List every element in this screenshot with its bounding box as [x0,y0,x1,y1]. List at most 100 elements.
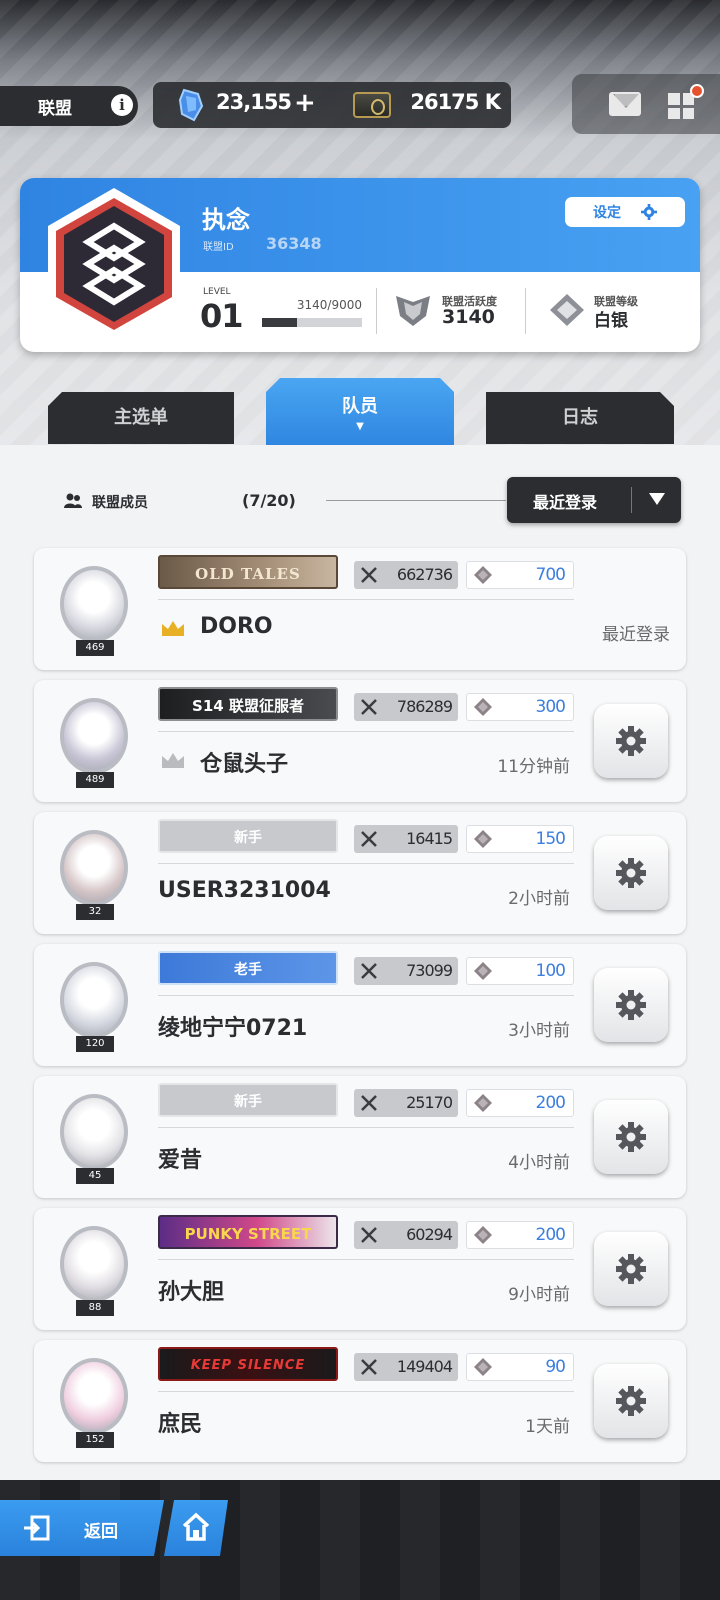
union-emblem-icon [48,188,180,340]
member-manage-button[interactable] [594,1100,668,1174]
rank-value: 白银 [594,311,628,331]
avatar-portrait [60,830,128,906]
combat-power-value: 149404 [396,1357,453,1376]
union-settings-button[interactable]: 设定 [565,197,685,227]
avatar[interactable]: 120 [46,952,142,1056]
dropdown-separator [631,487,632,513]
sort-dropdown[interactable]: 最近登录 [507,477,681,523]
contribution-diamond-icon [474,698,492,716]
member-manage-button[interactable] [594,704,668,778]
members-count: (7/20) [242,491,296,510]
player-level: 152 [76,1432,114,1448]
member-manage-button[interactable] [594,968,668,1042]
avatar-portrait [60,698,128,774]
tab-log[interactable]: 日志 [486,392,674,444]
combat-power: 73099 [354,957,458,985]
ticket-icon [353,92,391,118]
avatar[interactable]: 489 [46,688,142,792]
member-card[interactable]: 152 KEEP SILENCE 149404 90 庶民 1天前 [34,1340,686,1462]
member-manage-button[interactable] [594,1232,668,1306]
member-card[interactable]: 120 老手 73099 100 绫地宁宁0721 3小时前 [34,944,686,1066]
gear-icon [641,204,657,220]
crossed-swords-icon [361,567,377,583]
player-level: 469 [76,640,114,656]
contribution-value: 200 [535,1225,566,1245]
back-button[interactable]: 返回 [0,1500,164,1556]
crossed-swords-icon [361,963,377,979]
level-label: LEVEL [203,287,231,297]
crossed-swords-icon [361,831,377,847]
crossed-swords-icon [361,699,377,715]
chevron-down-icon [649,493,665,505]
tab-main-menu[interactable]: 主选单 [48,392,234,444]
info-icon[interactable]: i [111,94,133,116]
card-divider [525,288,526,334]
player-level: 120 [76,1036,114,1052]
member-card[interactable]: 45 新手 25170 200 爱昔 4小时前 [34,1076,686,1198]
contribution: 100 [466,957,574,985]
member-manage-button[interactable] [594,836,668,910]
members-icon [64,493,82,508]
row-divider [158,995,574,996]
combat-power: 786289 [354,693,458,721]
gem-count: 23,155 [216,90,292,114]
member-manage-button[interactable] [594,1364,668,1438]
members-title: 联盟成员 [92,495,148,511]
combat-power-value: 60294 [406,1225,453,1244]
settings-label: 设定 [593,205,621,221]
title-banner: S14 联盟征服者 [158,687,338,721]
activity-value: 3140 [442,306,495,328]
avatar[interactable]: 152 [46,1348,142,1452]
member-name: 绫地宁宁0721 [158,1016,308,1041]
contribution-diamond-icon [474,1358,492,1376]
avatar-portrait [60,962,128,1038]
tab-members[interactable]: 队员 ▼ [266,378,454,446]
tab-members-label: 队员 [342,396,378,417]
combat-power-value: 786289 [396,697,453,716]
crown-icon [162,621,184,636]
avatar[interactable]: 45 [46,1084,142,1188]
row-divider [158,1391,574,1392]
contribution-value: 300 [535,697,566,717]
last-login: 11分钟前 [497,757,570,777]
combat-power: 25170 [354,1089,458,1117]
avatar-portrait [60,566,128,642]
contribution-value: 200 [535,1093,566,1113]
avatar[interactable]: 32 [46,820,142,924]
exp-text: 3140/9000 [296,298,362,312]
contribution: 90 [466,1353,574,1381]
sort-label: 最近登录 [533,493,598,512]
crown-icon [162,753,184,768]
plus-icon[interactable]: + [294,90,318,118]
exit-door-icon [24,1515,50,1541]
menu-grid-icon[interactable] [668,93,694,119]
member-card[interactable]: 88 PUNKY STREET 60294 200 孙大胆 9小时前 [34,1208,686,1330]
member-card[interactable]: 469 OLD TALES 662736 700 DORO 最近登录 [34,548,686,670]
member-name: 仓鼠头子 [200,752,289,777]
contribution-value: 100 [535,961,566,981]
combat-power: 16415 [354,825,458,853]
avatar[interactable]: 88 [46,1216,142,1320]
home-button[interactable] [164,1500,228,1556]
avatar-portrait [60,1358,128,1434]
member-card[interactable]: 489 S14 联盟征服者 786289 300 仓鼠头子 11分钟前 [34,680,686,802]
combat-power-value: 73099 [406,961,453,980]
combat-power-value: 16415 [406,829,453,848]
player-level: 45 [76,1168,114,1184]
title-banner: OLD TALES [158,555,338,589]
avatar[interactable]: 469 [46,556,142,660]
card-divider [376,288,377,334]
rank-diamond-icon [550,294,584,326]
contribution: 700 [466,561,574,589]
member-name: 孙大胆 [158,1280,225,1305]
member-card[interactable]: 32 新手 16415 150 USER3231004 2小时前 [34,812,686,934]
crossed-swords-icon [361,1227,377,1243]
gear-icon [616,726,646,756]
gear-icon [616,1386,646,1416]
combat-power: 149404 [354,1353,458,1381]
mail-icon[interactable] [609,92,641,116]
row-divider [158,731,574,732]
back-label: 返回 [84,1522,118,1542]
gear-icon [616,1122,646,1152]
combat-power-value: 25170 [406,1093,453,1112]
